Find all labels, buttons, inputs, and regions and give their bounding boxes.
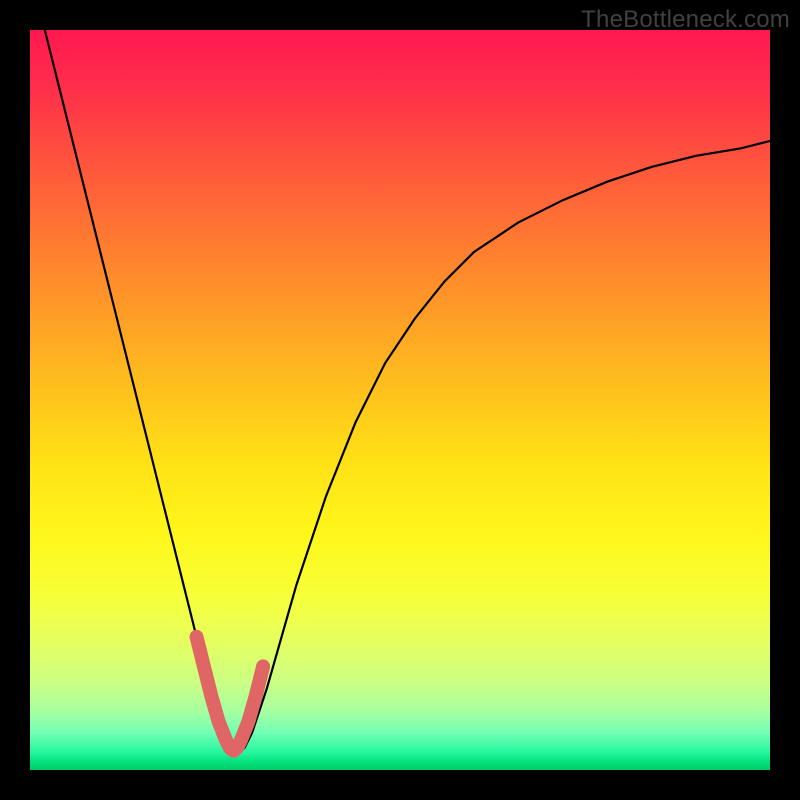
watermark-text: TheBottleneck.com (581, 6, 790, 34)
bottleneck-curve-line (30, 30, 770, 754)
plot-area (30, 30, 770, 770)
chart-frame: TheBottleneck.com (0, 0, 800, 800)
bottleneck-curve-highlight (197, 637, 264, 751)
curve-layer (30, 30, 770, 770)
